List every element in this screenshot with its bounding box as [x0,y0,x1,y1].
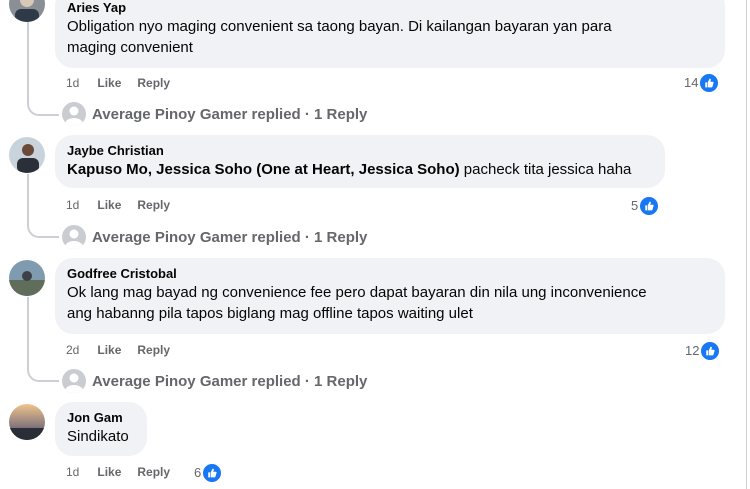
like-button[interactable]: Like [97,197,121,213]
reaction-number: 12 [685,343,700,358]
user-avatar[interactable] [9,404,45,440]
default-avatar-icon [62,225,86,249]
thread-connector [27,206,59,238]
default-avatar-icon [62,102,86,126]
user-avatar[interactable] [9,260,45,296]
comment-author[interactable]: Aries Yap [67,0,713,16]
comment-text: Sindikato [67,428,129,445]
comment-time[interactable]: 1d [66,464,79,480]
view-replies-link[interactable]: Average Pinoy Gamer replied · 1 Reply [62,225,367,249]
right-divider [746,0,747,489]
thread-connector [27,84,59,116]
comment-text-line: Ok lang mag bayad ng convenience fee per… [67,284,647,301]
reply-button[interactable]: Reply [137,464,170,480]
user-avatar[interactable] [9,0,45,22]
thumbs-up-icon [639,196,660,216]
replies-summary: Average Pinoy Gamer replied · 1 Reply [92,228,368,246]
like-button[interactable]: Like [97,464,121,480]
comment-time[interactable]: 2d [66,342,79,358]
comment-text: pacheck tita jessica haha [459,161,632,178]
reaction-count[interactable]: 6 [194,463,223,483]
user-avatar[interactable] [9,137,45,173]
comment-actions: 1d Like Reply [66,464,186,480]
default-avatar-icon [62,369,86,393]
thread-line [27,174,29,206]
comment-bubble: Aries Yap Obligation nyo maging convenie… [55,0,725,68]
tagged-page-link[interactable]: Kapuso Mo, Jessica Soho (One at Heart, J… [67,161,460,178]
view-replies-link[interactable]: Average Pinoy Gamer replied · 1 Reply [62,102,367,126]
comment-actions: 1d Like Reply [66,75,186,91]
comment-author[interactable]: Jaybe Christian [67,142,653,159]
comment-bubble: Godfree Cristobal Ok lang mag bayad ng c… [55,258,725,334]
thumbs-up-icon [699,73,720,93]
thread-line [27,297,29,349]
comment-text-line: ang habanng pila tapos biglang mag offli… [67,305,473,322]
comment-author[interactable]: Godfree Cristobal [67,265,713,282]
reply-button[interactable]: Reply [137,197,170,213]
replies-summary: Average Pinoy Gamer replied · 1 Reply [92,372,368,390]
replies-summary: Average Pinoy Gamer replied · 1 Reply [92,105,368,123]
like-button[interactable]: Like [97,75,121,91]
thumbs-up-icon [700,341,721,361]
thumbs-up-icon [202,463,223,483]
like-button[interactable]: Like [97,342,121,358]
reaction-count[interactable]: 14 [684,73,720,93]
comment-time[interactable]: 1d [66,75,79,91]
comment-text-line: Obligation nyo maging convenient sa taon… [67,18,612,35]
comment-bubble: Jaybe Christian Kapuso Mo, Jessica Soho … [55,135,665,188]
thread-connector [27,349,59,382]
reaction-count[interactable]: 12 [685,341,721,361]
comment-time[interactable]: 1d [66,197,79,213]
reaction-number: 5 [631,198,639,213]
reply-button[interactable]: Reply [137,342,170,358]
comment-bubble: Jon Gam Sindikato [55,402,147,456]
reaction-number: 6 [194,465,202,480]
reply-button[interactable]: Reply [137,75,170,91]
reaction-number: 14 [684,75,699,90]
thread-line [27,22,29,84]
comment-actions: 1d Like Reply [66,197,186,213]
comment-text-line: maging convenient [67,39,193,56]
reaction-count[interactable]: 5 [631,196,660,216]
view-replies-link[interactable]: Average Pinoy Gamer replied · 1 Reply [62,369,367,393]
comment-actions: 2d Like Reply [66,342,186,358]
comment-author[interactable]: Jon Gam [67,409,135,426]
